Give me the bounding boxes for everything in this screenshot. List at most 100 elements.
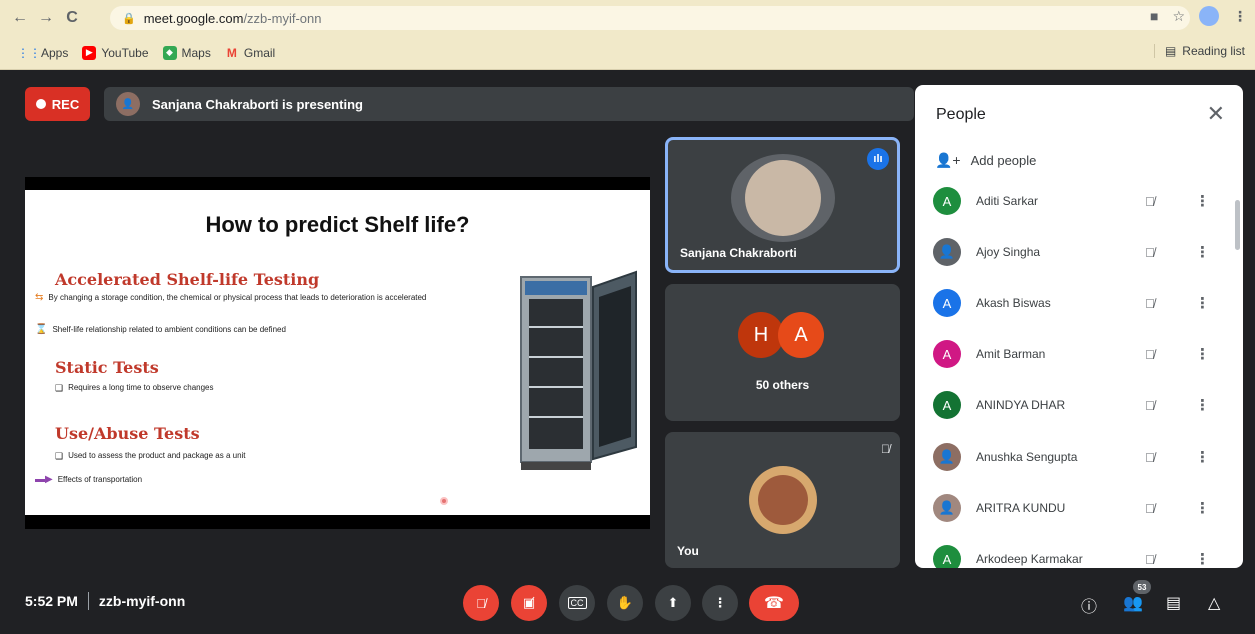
people-scrollbar[interactable] [1235, 200, 1240, 250]
slide-bullet: ❑ Requires a long time to observe changes [55, 383, 510, 393]
bookmark-maps[interactable]: ◆ Maps [162, 45, 211, 60]
more-options-icon[interactable]: ⋮ [1195, 448, 1210, 466]
hang-up-icon: ☎ [764, 595, 784, 612]
more-options-icon[interactable]: ⋮ [1195, 294, 1210, 312]
participant-name: Anushka Sengupta [976, 450, 1078, 464]
reading-list-button[interactable]: ▤ Reading list [1153, 44, 1245, 58]
more-options-icon[interactable]: ⋮ [1195, 550, 1210, 568]
more-options-icon[interactable]: ⋮ [1195, 396, 1210, 414]
add-people-button[interactable]: 👤+ Add people [935, 152, 1036, 169]
record-dot-icon [35, 99, 46, 109]
mic-off-icon: 🎙̸ [1145, 295, 1155, 311]
participant-row[interactable]: 👤 Anushka Sengupta 🎙̸ ⋮ [933, 442, 1223, 472]
participant-name: Ajoy Singha [976, 245, 1041, 259]
slide-bullet: ⇆ By changing a storage condition, the ch… [35, 293, 490, 303]
checkbox-icon: ❑ [55, 451, 64, 461]
slide-heading-accelerated: Accelerated Shelf-life Testing [55, 270, 320, 289]
mic-off-button[interactable]: 🎙̸ [463, 585, 499, 621]
participant-row[interactable]: A Akash Biswas 🎙̸ ⋮ [933, 288, 1223, 318]
activities-icon[interactable]: △ [1208, 593, 1220, 613]
presenter-tile[interactable]: ılı Sanjana Chakraborti [665, 137, 900, 273]
slide-heading-static: Static Tests [55, 358, 159, 377]
participant-row[interactable]: 👤 Ajoy Singha 🎙̸ ⋮ [933, 237, 1223, 267]
bookmark-apps[interactable]: ⋮⋮ Apps [17, 46, 68, 60]
bookmark-youtube[interactable]: ▶ YouTube [82, 45, 149, 60]
mic-off-icon: 🎙̸ [881, 442, 890, 456]
participant-row[interactable]: A Arkodeep Karmakar 🎙̸ ⋮ [933, 544, 1223, 568]
chat-icon[interactable]: ▤ [1166, 593, 1181, 613]
more-options-icon[interactable]: ⋮ [1195, 192, 1210, 210]
participant-avatar: A [933, 340, 961, 368]
participant-row[interactable]: A Amit Barman 🎙̸ ⋮ [933, 339, 1223, 369]
leave-call-button[interactable]: ☎ [749, 585, 799, 621]
participant-name: Aditi Sarkar [976, 194, 1039, 208]
reload-icon[interactable]: C [60, 6, 84, 30]
others-count-label: 50 others [755, 378, 810, 392]
participant-avatar: 👤 [933, 238, 961, 266]
slide-heading-abuse: Use/Abuse Tests [55, 424, 200, 443]
forward-icon[interactable]: → [34, 6, 58, 30]
divider [87, 592, 89, 610]
reading-list-icon: ▤ [1164, 44, 1177, 58]
mic-off-icon: 🎙̸ [1145, 244, 1155, 260]
present-screen-icon: ⬆ [667, 595, 679, 610]
mic-off-icon: 🎙̸ [1145, 397, 1155, 413]
menu-icon[interactable]: ⋮ [1233, 8, 1247, 25]
stability-chamber-image [520, 270, 637, 470]
participant-row[interactable]: 👤 ARITRA KUNDU 🎙̸ ⋮ [933, 493, 1223, 523]
presenter-avatar [731, 154, 835, 242]
self-tile[interactable]: 🎙̸ You [665, 432, 900, 568]
meeting-info-icon[interactable]: ⓘ [1081, 593, 1097, 617]
arrows-icon: ⇆ [35, 292, 44, 303]
meeting-details: 5:52 PM zzb-myif-onn [25, 592, 185, 610]
bookmarks-bar: ⋮⋮ Apps ▶ YouTube ◆ Maps M Gmail ▤ Reading li… [0, 36, 1255, 70]
self-label: You [677, 544, 699, 558]
participant-avatar: 👤 [933, 443, 961, 471]
add-people-label: Add people [970, 153, 1037, 168]
presenting-text: Sanjana Chakraborti is presenting [152, 96, 363, 112]
profile-avatar[interactable] [1199, 6, 1219, 26]
present-button[interactable]: ⬆ [655, 585, 691, 621]
browser-toolbar: ← → C 🔒 meet.google.com/zzb-myif-onn ■ ☆… [0, 0, 1255, 36]
more-options-icon[interactable]: ⋮ [1195, 499, 1210, 517]
back-icon[interactable]: ← [8, 6, 32, 30]
mic-off-icon: 🎙̸ [1145, 193, 1155, 209]
more-options-icon[interactable]: ⋮ [1195, 345, 1210, 363]
participant-row[interactable]: A Aditi Sarkar 🎙̸ ⋮ [933, 186, 1223, 216]
people-icon[interactable]: 👥 [1123, 593, 1143, 613]
more-vert-icon: ⋮ [713, 595, 727, 610]
others-tile[interactable]: H A 50 others [665, 284, 900, 421]
add-person-icon: 👤+ [935, 152, 961, 168]
hand-icon: ✋ [616, 595, 634, 610]
bullet-text: By changing a storage condition, the che… [48, 293, 427, 302]
raise-hand-button[interactable]: ✋ [607, 585, 643, 621]
participant-row[interactable]: A ANINDYA DHAR 🎙̸ ⋮ [933, 390, 1223, 420]
captions-button[interactable]: CC [559, 585, 595, 621]
youtube-icon: ▶ [82, 45, 97, 60]
presenter-name: Sanjana Chakraborti [680, 246, 797, 260]
bullet-text: Requires a long time to observe changes [68, 383, 214, 392]
bullet-text: Effects of transportation [57, 475, 143, 484]
close-icon[interactable]: ✕ [1207, 101, 1225, 127]
mic-off-icon: 🎙̸ [1145, 551, 1155, 567]
recording-indicator[interactable]: REC [25, 87, 90, 121]
slide-title: How to predict Shelf life? [205, 212, 470, 237]
presenting-banner: 👤 Sanjana Chakraborti is presenting [104, 87, 914, 121]
star-icon[interactable]: ☆ [1172, 8, 1185, 25]
camera-off-icon: ▣̸ [522, 595, 536, 610]
address-bar[interactable]: 🔒 meet.google.com/zzb-myif-onn [110, 6, 1190, 30]
bookmark-label: Gmail [243, 45, 276, 60]
people-panel: People ✕ 👤+ Add people A Aditi Sarkar 🎙̸… [915, 85, 1243, 568]
more-options-icon[interactable]: ⋮ [1195, 243, 1210, 261]
presentation-frame: How to predict Shelf life? Accelerated S… [25, 177, 650, 529]
presentation-slide: How to predict Shelf life? Accelerated S… [25, 190, 650, 515]
more-options-button[interactable]: ⋮ [702, 585, 738, 621]
maps-icon: ◆ [162, 45, 177, 60]
camera-icon[interactable]: ■ [1150, 8, 1158, 24]
camera-off-button[interactable]: ▣̸ [511, 585, 547, 621]
participant-name: ANINDYA DHAR [976, 398, 1066, 412]
participant-name: Akash Biswas [976, 296, 1051, 310]
bookmark-gmail[interactable]: M Gmail [225, 46, 275, 60]
url-host: meet.google.com [143, 10, 244, 26]
meet-stage: REC 👤 Sanjana Chakraborti is presenting … [0, 70, 1255, 634]
